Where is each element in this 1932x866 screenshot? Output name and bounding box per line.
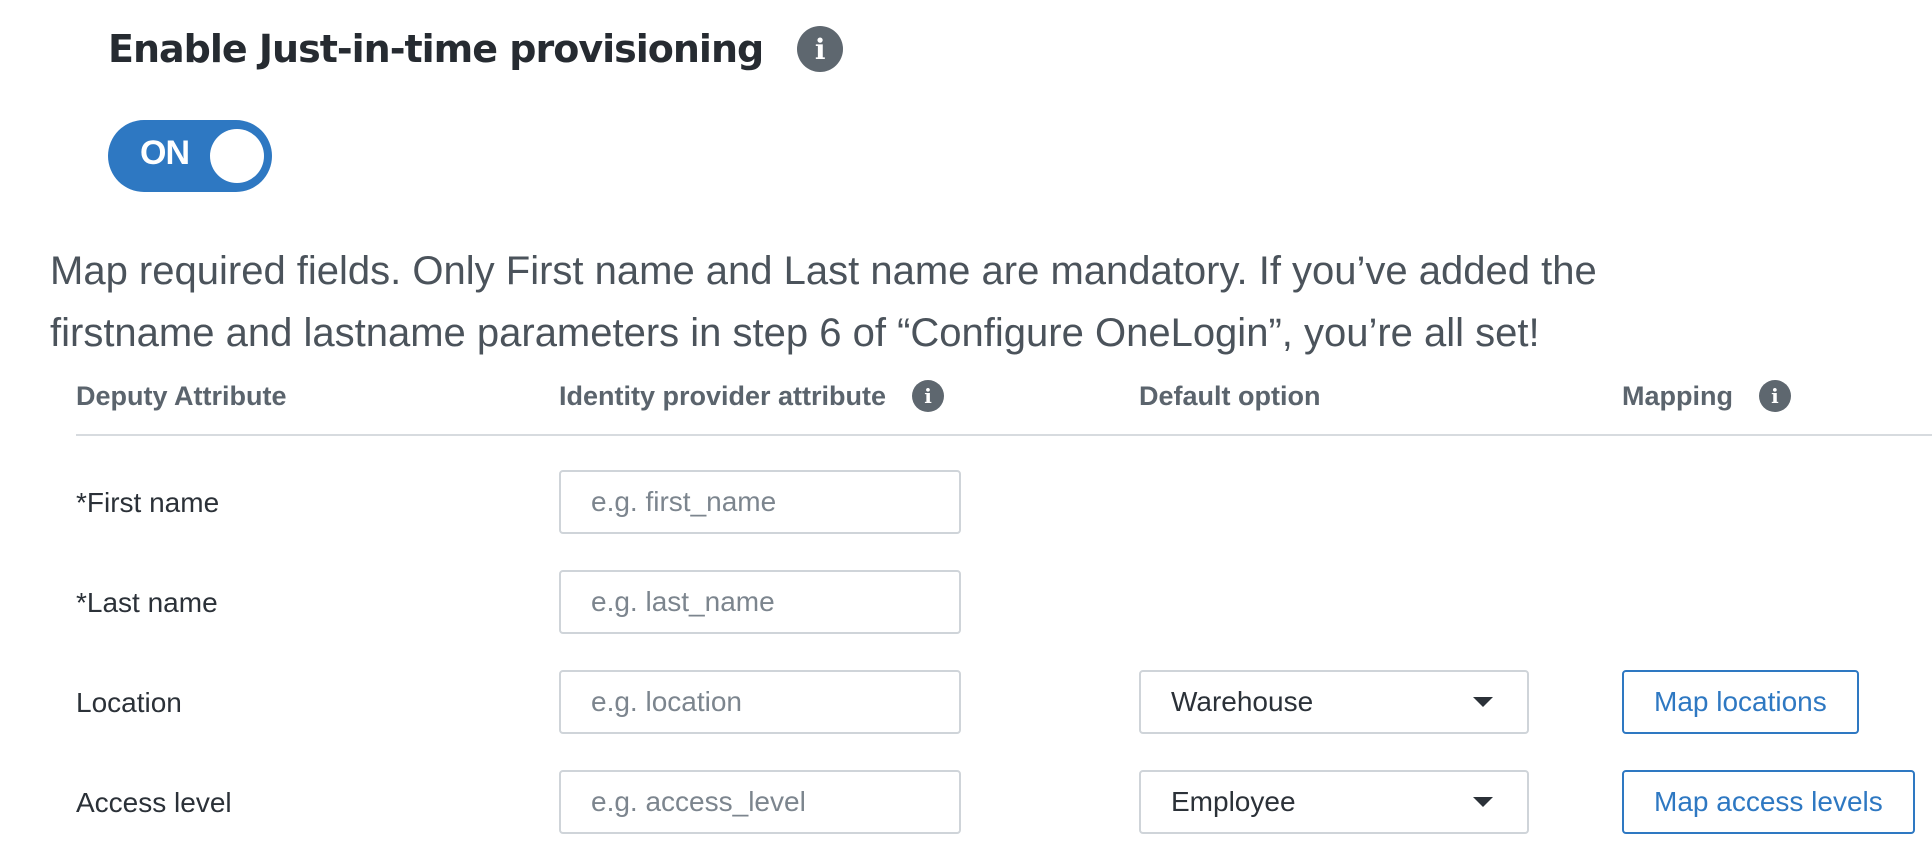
last-name-attribute-input[interactable] <box>559 570 961 634</box>
toggle-knob <box>210 129 264 183</box>
header-divider <box>76 434 1932 436</box>
table-row-access-level: Access level Employee Map access levels <box>76 770 1932 836</box>
select-value: Warehouse <box>1171 686 1314 717</box>
col-header-default-option-label: Default option <box>1139 380 1321 411</box>
description-line-1: Map required fields. Only First name and… <box>50 249 1597 293</box>
location-attribute-input[interactable] <box>559 670 961 734</box>
caret-down-icon <box>1473 697 1493 707</box>
row-label: Access level <box>76 787 232 818</box>
row-label: *Last name <box>76 587 218 618</box>
info-icon[interactable]: i <box>1758 380 1791 412</box>
row-label: Location <box>76 687 182 718</box>
map-access-levels-button[interactable]: Map access levels <box>1622 770 1915 834</box>
location-default-select[interactable]: Warehouse <box>1139 670 1529 734</box>
caret-down-icon <box>1473 797 1493 807</box>
map-locations-button[interactable]: Map locations <box>1622 670 1859 734</box>
col-header-default-option: Default option <box>1139 372 1320 420</box>
info-icon[interactable]: i <box>797 26 844 72</box>
col-header-mapping-label: Mapping <box>1622 380 1733 411</box>
table-row-first-name: *First name <box>76 470 1932 536</box>
jit-toggle[interactable]: ON <box>108 120 272 192</box>
toggle-label: ON <box>140 134 190 172</box>
jit-title: Enable Just-in-time provisioning <box>108 27 764 71</box>
first-name-attribute-input[interactable] <box>559 470 961 534</box>
access-level-default-select[interactable]: Employee <box>1139 770 1529 834</box>
table-row-location: Location Warehouse Map locations <box>76 670 1932 736</box>
col-header-deputy-attribute-label: Deputy Attribute <box>76 380 287 411</box>
table-row-last-name: *Last name <box>76 570 1932 636</box>
info-icon[interactable]: i <box>912 380 945 412</box>
col-header-mapping: Mapping i <box>1622 372 1791 420</box>
select-value: Employee <box>1171 786 1296 817</box>
col-header-identity-provider-attribute: Identity provider attribute i <box>559 372 945 420</box>
row-label: *First name <box>76 487 220 518</box>
access-level-attribute-input[interactable] <box>559 770 961 834</box>
jit-header: Enable Just-in-time provisioning i <box>108 26 844 72</box>
col-header-identity-provider-attribute-label: Identity provider attribute <box>559 380 887 411</box>
col-header-deputy-attribute: Deputy Attribute <box>76 372 287 420</box>
mapping-description: Map required fields. Only First name and… <box>50 240 1910 364</box>
description-line-2: firstname and lastname parameters in ste… <box>50 311 1540 355</box>
